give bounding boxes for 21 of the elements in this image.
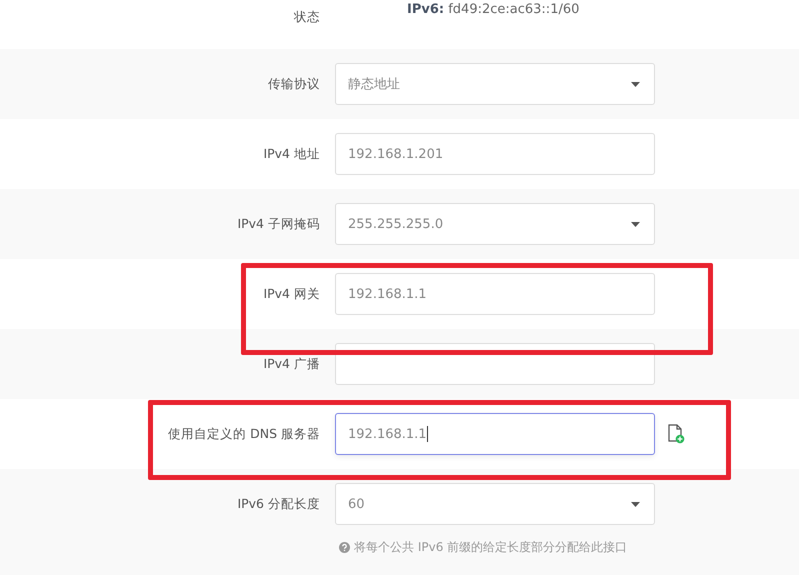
help-text: 将每个公共 IPv6 前缀的给定长度部分分配给此接口 xyxy=(354,539,628,556)
field-label: IPv4 地址 xyxy=(263,146,320,161)
help-icon xyxy=(339,542,350,553)
caret-icon xyxy=(631,82,640,86)
field-label: IPv6 分配长度 xyxy=(237,496,320,511)
caret-icon xyxy=(631,222,640,226)
caret-icon xyxy=(631,502,640,506)
input-field[interactable]: 192.168.1.201 xyxy=(335,133,655,175)
status-text: IPv6: fd49:2ce:ac63::1/60 xyxy=(407,1,580,19)
field-label: 状态 xyxy=(294,9,320,24)
select-field[interactable]: 静态地址 xyxy=(335,63,655,105)
field-label: 使用自定义的 DNS 服务器 xyxy=(168,426,320,441)
input-field[interactable]: 192.168.1.1 xyxy=(335,413,655,455)
field-label: 传输协议 xyxy=(268,76,320,91)
select-field[interactable]: 60 xyxy=(335,483,655,525)
field-label: IPv4 子网掩码 xyxy=(237,216,320,231)
input-field[interactable]: 192.168.1.1 xyxy=(335,273,655,315)
field-label: IPv4 网关 xyxy=(263,286,320,301)
select-field[interactable]: 255.255.255.0 xyxy=(335,203,655,245)
add-file-icon[interactable] xyxy=(667,424,685,444)
field-label: IPv4 广播 xyxy=(263,356,320,371)
